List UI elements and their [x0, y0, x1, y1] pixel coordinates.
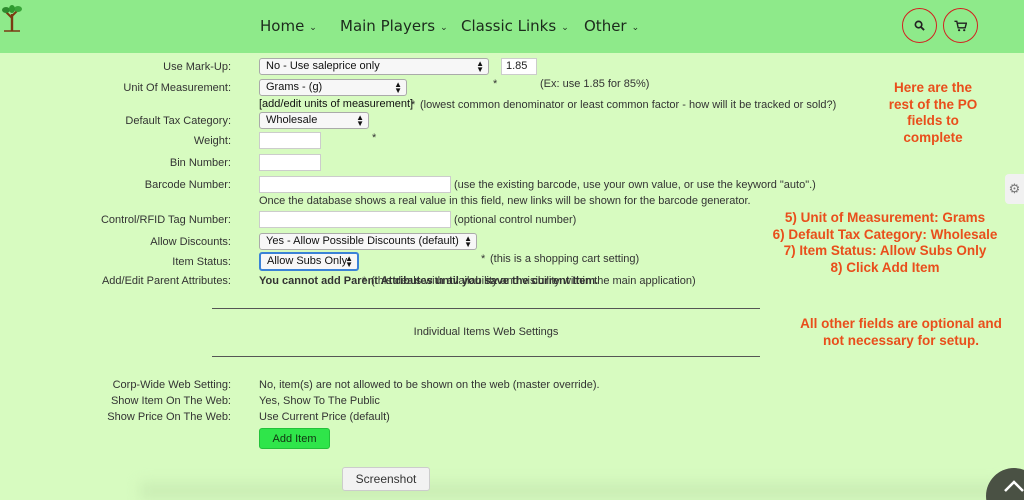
discounts-select-value: Yes - Allow Possible Discounts (default) — [266, 235, 459, 247]
annotation-line: fields to — [907, 113, 959, 128]
nav-home[interactable]: Home ⌄ — [260, 17, 317, 35]
annotation-line: not necessary for setup. — [822, 332, 980, 348]
markup-select[interactable]: No - Use saleprice only ▲ ▼ — [259, 58, 489, 75]
row-markup: Use Mark-Up: No - Use saleprice only ▲ ▼ … — [0, 58, 1000, 90]
markup-value: 1.85 — [506, 60, 528, 72]
annotation-optional-fields: All other fields are optional and not ne… — [790, 316, 1012, 349]
nav-classic-links-label: Classic Links — [461, 17, 557, 35]
screenshot-tab[interactable]: Screenshot — [342, 467, 430, 491]
row-bin: Bin Number: — [0, 154, 1000, 172]
cart-button[interactable] — [943, 8, 978, 43]
weight-input[interactable] — [259, 132, 321, 149]
markup-label: Use Mark-Up: — [163, 61, 231, 73]
control-input[interactable] — [259, 211, 451, 228]
show-price-value: Use Current Price (default) — [259, 411, 390, 423]
nav-classic-links[interactable]: Classic Links ⌄ — [461, 17, 569, 35]
row-show-price: Show Price On The Web: Use Current Price… — [0, 408, 1000, 426]
uom-select[interactable]: Grams - (g) ▲ ▼ — [259, 79, 407, 96]
markup-value-input[interactable]: 1.85 — [501, 58, 537, 75]
nav-other-label: Other — [584, 17, 627, 35]
search-icon — [914, 20, 925, 31]
show-price-label: Show Price On The Web: — [107, 411, 231, 423]
select-arrows-icon: ▲ ▼ — [464, 234, 472, 249]
select-arrows-icon: ▲ ▼ — [394, 80, 402, 95]
tax-select-value: Wholesale — [266, 114, 318, 126]
annotation-steps: 5) Unit of Measurement: Grams 6) Default… — [762, 210, 1008, 276]
cart-icon — [954, 20, 967, 31]
annotation-line: 7) Item Status: Allow Subs Only — [783, 243, 987, 258]
annotation-line: Here are the — [893, 80, 973, 95]
control-hint: (optional control number) — [454, 214, 577, 226]
divider — [212, 308, 760, 309]
annotation-line: 8) Click Add Item — [830, 259, 940, 275]
bottom-shadow — [140, 482, 1000, 500]
row-barcode-note: Once the database shows a real value in … — [0, 192, 1000, 210]
annotation-fields-to-complete: Here are the rest of the PO fields to co… — [868, 80, 998, 146]
chevron-down-icon: ⌄ — [309, 23, 317, 33]
select-arrows-icon: ▲ ▼ — [476, 59, 484, 74]
row-tax: Default Tax Category: Wholesale ▲ ▼ * — [0, 112, 1000, 144]
search-button[interactable] — [902, 8, 937, 43]
chevron-down-icon: ⌄ — [561, 23, 569, 33]
bin-label: Bin Number: — [169, 157, 231, 169]
status-select[interactable]: Allow Subs Only ▲ ▼ — [259, 252, 359, 271]
uom-select-value: Grams - (g) — [266, 81, 323, 93]
chevron-up-icon — [1004, 480, 1024, 492]
annotation-line: 6) Default Tax Category: Wholesale — [772, 226, 998, 242]
annotation-line: 5) Unit of Measurement: Grams — [784, 210, 986, 225]
row-weight: Weight: — [0, 132, 1000, 150]
tax-label: Default Tax Category: — [125, 115, 231, 127]
divider — [212, 356, 760, 357]
web-settings-title: Individual Items Web Settings — [413, 326, 559, 338]
annotation-line: complete — [903, 129, 963, 145]
barcode-note: Once the database shows a real value in … — [259, 195, 751, 207]
parent-label: Add/Edit Parent Attributes: — [101, 275, 231, 287]
nav-main-players[interactable]: Main Players ⌄ — [340, 17, 448, 35]
select-arrows-icon: ▲ ▼ — [345, 254, 353, 269]
chevron-down-icon: ⌄ — [440, 23, 448, 33]
tax-select[interactable]: Wholesale ▲ ▼ — [259, 112, 369, 129]
chevron-down-icon: ⌄ — [631, 23, 640, 33]
weight-label: Weight: — [193, 135, 231, 147]
gear-icon: ⚙ — [1008, 181, 1021, 196]
nav-main-players-label: Main Players — [340, 17, 436, 35]
status-label: Item Status: — [172, 256, 231, 268]
select-arrows-icon: ▲ ▼ — [356, 113, 364, 128]
control-label: Control/RFID Tag Number: — [100, 214, 231, 226]
add-item-button[interactable]: Add Item — [259, 428, 330, 449]
discounts-label: Allow Discounts: — [150, 236, 231, 248]
markup-select-value: No - Use saleprice only — [266, 60, 380, 72]
parent-message: You cannot add Parent Attributes until y… — [259, 275, 599, 287]
annotation-line: All other fields are optional and — [800, 316, 1002, 331]
discounts-select[interactable]: Yes - Allow Possible Discounts (default)… — [259, 233, 477, 250]
annotation-line: rest of the PO — [888, 96, 978, 112]
settings-tab[interactable]: ⚙ — [1005, 174, 1024, 204]
nav-home-label: Home — [260, 17, 305, 35]
add-edit-units-link[interactable]: [add/edit units of measurement] — [259, 95, 413, 113]
barcode-input[interactable] — [259, 176, 451, 193]
nav-other[interactable]: Other ⌄ — [584, 17, 639, 35]
status-select-value: Allow Subs Only — [267, 255, 348, 267]
row-uom-link: [add/edit units of measurement] — [0, 95, 1000, 113]
bin-input[interactable] — [259, 154, 321, 171]
top-nav: Home ⌄ Main Players ⌄ Classic Links ⌄ Other… — [0, 0, 1024, 53]
plant-logo-icon[interactable] — [2, 4, 22, 32]
